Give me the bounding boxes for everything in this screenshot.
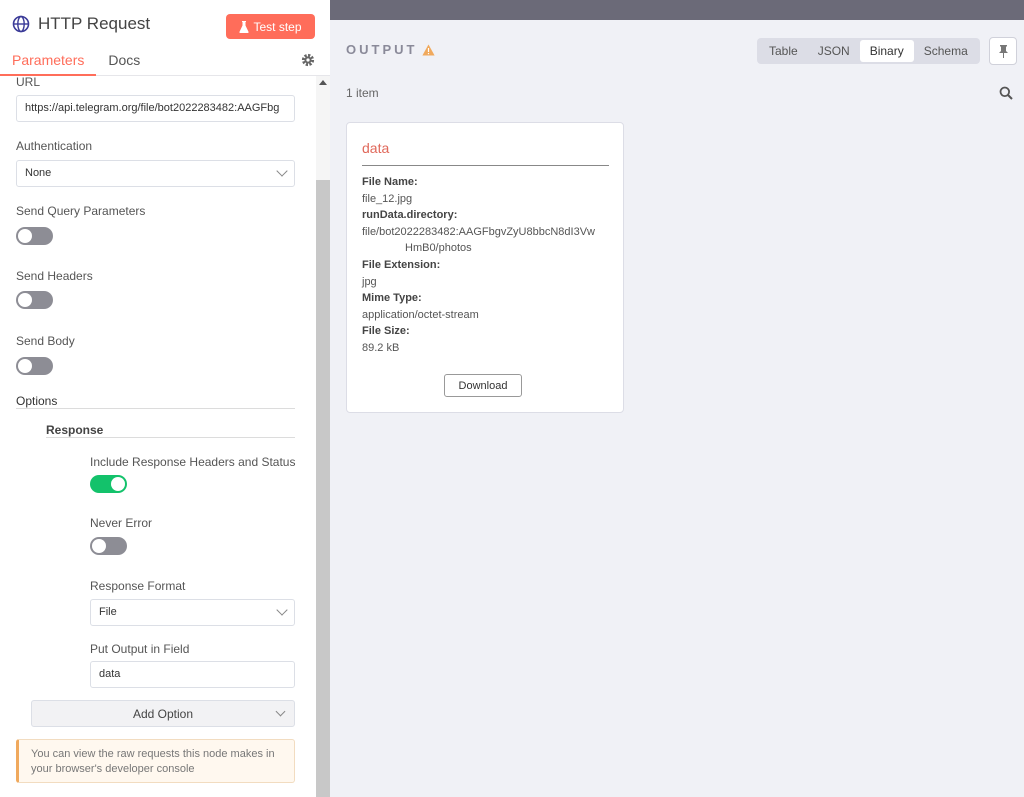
- test-step-button[interactable]: Test step: [226, 14, 315, 39]
- directory-value-line1: file/bot2022283482:AAGFbgvZyU8bbcN8dI3Vw: [362, 226, 595, 238]
- parameters-panel: HTTP Request Test step Parameters Docs U…: [0, 0, 330, 797]
- file-extension-key: File Extension:: [362, 259, 441, 271]
- toggle-knob: [92, 539, 106, 553]
- output-field-input[interactable]: data: [90, 661, 295, 688]
- binary-data-card: data File Name: file_12.jpg runData.dire…: [346, 122, 624, 413]
- options-heading: Options: [16, 394, 58, 408]
- view-table-tab[interactable]: Table: [759, 40, 808, 62]
- view-schema-tab[interactable]: Schema: [914, 40, 978, 62]
- send-body-label: Send Body: [16, 334, 75, 348]
- toggle-knob: [111, 477, 125, 491]
- item-count: 1 item: [346, 86, 379, 100]
- node-header: HTTP Request Test step Parameters Docs: [0, 0, 330, 76]
- output-panel: OUTPUT Table JSON Binary Schema 1 item d…: [330, 20, 1024, 797]
- authentication-select[interactable]: None: [16, 160, 295, 187]
- url-input[interactable]: https://api.telegram.org/file/bot2022283…: [16, 95, 295, 122]
- send-headers-label: Send Headers: [16, 269, 93, 283]
- flask-icon: [239, 20, 250, 33]
- never-error-label: Never Error: [90, 516, 153, 530]
- add-option-label: Add Option: [132, 706, 194, 721]
- globe-icon: [12, 15, 30, 33]
- send-body-toggle[interactable]: [16, 357, 53, 375]
- output-field-label: Put Output in Field: [90, 642, 190, 656]
- pin-data-button[interactable]: [989, 37, 1017, 65]
- response-format-value: File: [99, 606, 117, 618]
- include-headers-label: Include Response Headers and Status: [90, 455, 296, 469]
- panel-scrollbar[interactable]: [316, 76, 330, 797]
- authentication-value: None: [25, 167, 52, 179]
- authentication-label: Authentication: [16, 139, 93, 153]
- card-divider: [362, 165, 609, 166]
- toggle-knob: [18, 229, 32, 243]
- options-divider: [16, 408, 295, 409]
- warning-icon: [422, 44, 435, 56]
- node-title-row: HTTP Request: [12, 14, 150, 34]
- response-format-label: Response Format: [90, 579, 186, 593]
- file-size-key: File Size:: [362, 325, 410, 337]
- chevron-down-icon: [276, 604, 288, 616]
- chevron-down-icon: [275, 706, 286, 717]
- canvas-background-strip: [330, 0, 1024, 20]
- chevron-down-icon: [276, 165, 288, 177]
- send-query-toggle[interactable]: [16, 227, 53, 245]
- parameters-form: URL https://api.telegram.org/file/bot202…: [0, 75, 316, 797]
- developer-console-notice: You can view the raw requests this node …: [16, 739, 295, 783]
- url-label: URL: [16, 75, 41, 89]
- file-size-value: 89.2 kB: [362, 342, 400, 354]
- binary-property-name: data: [362, 140, 390, 156]
- tab-parameters[interactable]: Parameters: [0, 46, 97, 76]
- download-button[interactable]: Download: [444, 374, 522, 397]
- gear-icon[interactable]: [301, 53, 315, 67]
- response-format-select[interactable]: File: [90, 599, 295, 626]
- mime-type-value: application/octet-stream: [362, 309, 479, 321]
- directory-value-line2: HmB0/photos: [405, 242, 472, 254]
- tab-docs[interactable]: Docs: [96, 46, 152, 76]
- add-option-button[interactable]: Add Option: [31, 700, 295, 727]
- output-title: OUTPUT: [346, 42, 418, 57]
- file-name-value: file_12.jpg: [362, 193, 413, 205]
- node-title: HTTP Request: [38, 14, 151, 33]
- view-binary-tab[interactable]: Binary: [859, 40, 914, 62]
- output-view-switcher: Table JSON Binary Schema: [757, 38, 980, 64]
- send-headers-toggle[interactable]: [16, 291, 53, 309]
- panel-tabs: Parameters Docs: [0, 46, 152, 76]
- never-error-toggle[interactable]: [90, 537, 127, 555]
- mime-type-key: Mime Type:: [362, 292, 422, 304]
- file-name-key: File Name:: [362, 176, 418, 188]
- send-query-label: Send Query Parameters: [16, 204, 146, 218]
- test-step-label: Test step: [253, 19, 302, 34]
- file-extension-value: jpg: [362, 276, 377, 288]
- response-divider: [46, 437, 295, 438]
- include-headers-toggle[interactable]: [90, 475, 127, 493]
- toggle-knob: [18, 293, 32, 307]
- toggle-knob: [18, 359, 32, 373]
- directory-key: runData.directory:: [362, 209, 458, 221]
- view-json-tab[interactable]: JSON: [808, 40, 860, 62]
- pin-icon: [999, 45, 1008, 58]
- response-heading: Response: [46, 423, 104, 437]
- scrollbar-thumb[interactable]: [316, 180, 330, 797]
- scroll-up-arrow-icon[interactable]: [319, 80, 327, 85]
- search-icon[interactable]: [999, 86, 1013, 100]
